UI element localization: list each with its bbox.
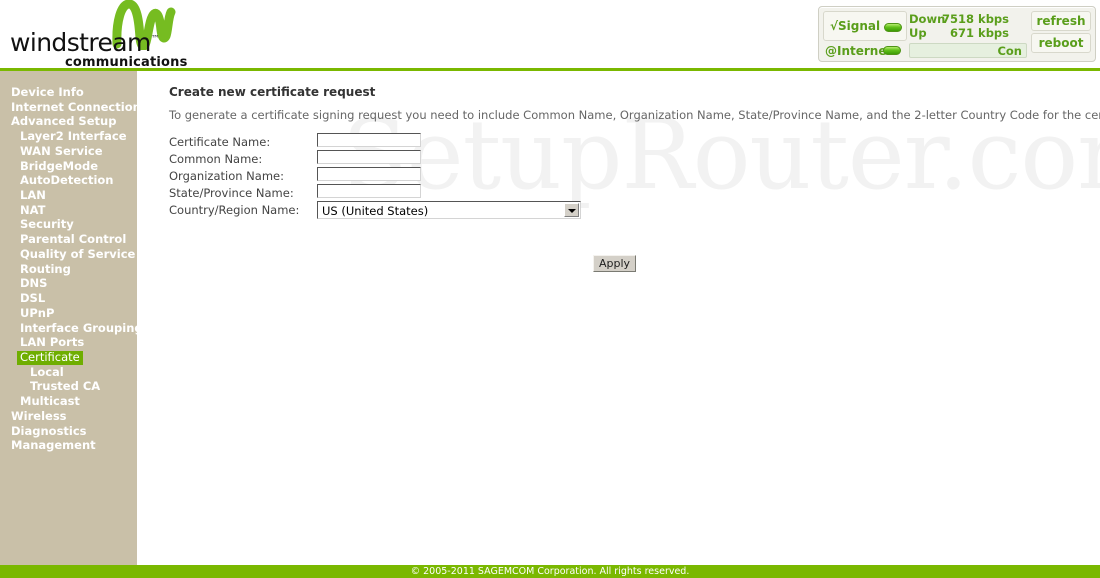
- sidebar-item-dns[interactable]: DNS: [20, 277, 47, 290]
- download-value: 7518 kbps: [942, 12, 1009, 26]
- signal-label: √Signal: [830, 19, 881, 33]
- page-description: To generate a certificate signing reques…: [169, 108, 1100, 122]
- field-input[interactable]: [317, 167, 421, 181]
- main-content: SetupRouter.com Create new certificate r…: [137, 71, 1100, 565]
- chevron-down-glyph: [568, 209, 576, 213]
- field-label: State/Province Name:: [169, 186, 294, 200]
- sidebar-item-trusted-ca[interactable]: Trusted CA: [30, 380, 100, 393]
- sidebar-item-dsl[interactable]: DSL: [20, 292, 45, 305]
- upload-label: Up: [909, 26, 927, 40]
- sidebar-item-quality-of-service[interactable]: Quality of Service: [20, 247, 135, 261]
- sidebar-item-lan[interactable]: LAN: [20, 189, 46, 202]
- field-label: Organization Name:: [169, 169, 284, 183]
- internet-status-cell: @Internet: [823, 43, 907, 58]
- download-label: Down: [909, 12, 946, 26]
- page-header: windstream™ communications √Signal Down …: [0, 0, 1100, 71]
- field-label: Common Name:: [169, 152, 263, 166]
- field-input[interactable]: [317, 150, 421, 164]
- country-region-select[interactable]: US (United States): [317, 201, 581, 219]
- sidebar-item-lan-ports[interactable]: LAN Ports: [20, 336, 84, 349]
- sidebar-item-wireless[interactable]: Wireless: [11, 409, 67, 423]
- country-region-value: US (United States): [322, 204, 429, 218]
- country-region-label: Country/Region Name:: [169, 203, 300, 217]
- sidebar-item-security[interactable]: Security: [20, 218, 74, 231]
- sidebar-item-device-info[interactable]: Device Info: [11, 86, 84, 99]
- sidebar-item-autodetection[interactable]: AutoDetection: [20, 174, 113, 187]
- field-input[interactable]: [317, 184, 421, 198]
- sidebar-item-bridgemode[interactable]: BridgeMode: [20, 159, 98, 173]
- chevron-down-icon[interactable]: [564, 203, 579, 217]
- refresh-button[interactable]: refresh: [1031, 11, 1091, 31]
- rate-status-cell: Down 7518 kbps Up 671 kbps: [909, 11, 1009, 41]
- sidebar-item-management[interactable]: Management: [11, 439, 96, 452]
- sidebar-item-advanced-setup[interactable]: Advanced Setup: [11, 115, 116, 128]
- page-title: Create new certificate request: [169, 85, 376, 99]
- copyright-text: © 2005-2011 SAGEMCOM Corporation. All ri…: [410, 566, 690, 577]
- sidebar-item-certificate[interactable]: Certificate: [17, 350, 83, 365]
- connection-state-bar: Con: [909, 43, 1027, 58]
- brand-logo: windstream™ communications: [6, 0, 187, 70]
- connection-state-label: Con: [997, 44, 1022, 58]
- trademark-symbol: ™: [150, 34, 160, 45]
- reboot-button[interactable]: reboot: [1031, 33, 1091, 53]
- signal-led-icon: [884, 23, 902, 32]
- sidebar-item-layer2-interface[interactable]: Layer2 Interface: [20, 130, 127, 143]
- sidebar-item-upnp[interactable]: UPnP: [20, 306, 54, 320]
- brand-wordmark: windstream™: [10, 28, 160, 57]
- sidebar-navigation: Device Info Internet Connection Advanced S…: [0, 71, 143, 565]
- sidebar-item-routing[interactable]: Routing: [20, 262, 71, 276]
- sidebar-item-interface-grouping[interactable]: Interface Grouping: [20, 321, 143, 335]
- upload-value: 671 kbps: [950, 26, 1009, 40]
- sidebar-item-local[interactable]: Local: [30, 365, 64, 379]
- sidebar-item-multicast[interactable]: Multicast: [20, 395, 80, 408]
- sidebar-item-diagnostics[interactable]: Diagnostics: [11, 424, 87, 438]
- brand-name: windstream: [10, 28, 151, 57]
- field-label: Certificate Name:: [169, 135, 271, 149]
- sidebar-item-wan-service[interactable]: WAN Service: [20, 144, 103, 158]
- apply-button[interactable]: Apply: [593, 255, 636, 272]
- sidebar-item-nat[interactable]: NAT: [20, 203, 45, 217]
- sidebar-item-internet-connection[interactable]: Internet Connection: [11, 100, 141, 114]
- internet-led-icon: [883, 46, 901, 55]
- status-panel: √Signal Down 7518 kbps Up 671 kbps @Inte…: [818, 6, 1096, 62]
- signal-status-cell: √Signal: [823, 11, 907, 41]
- page-footer: © 2005-2011 SAGEMCOM Corporation. All ri…: [0, 565, 1100, 578]
- sidebar-item-parental-control[interactable]: Parental Control: [20, 233, 126, 246]
- field-input[interactable]: [317, 133, 421, 147]
